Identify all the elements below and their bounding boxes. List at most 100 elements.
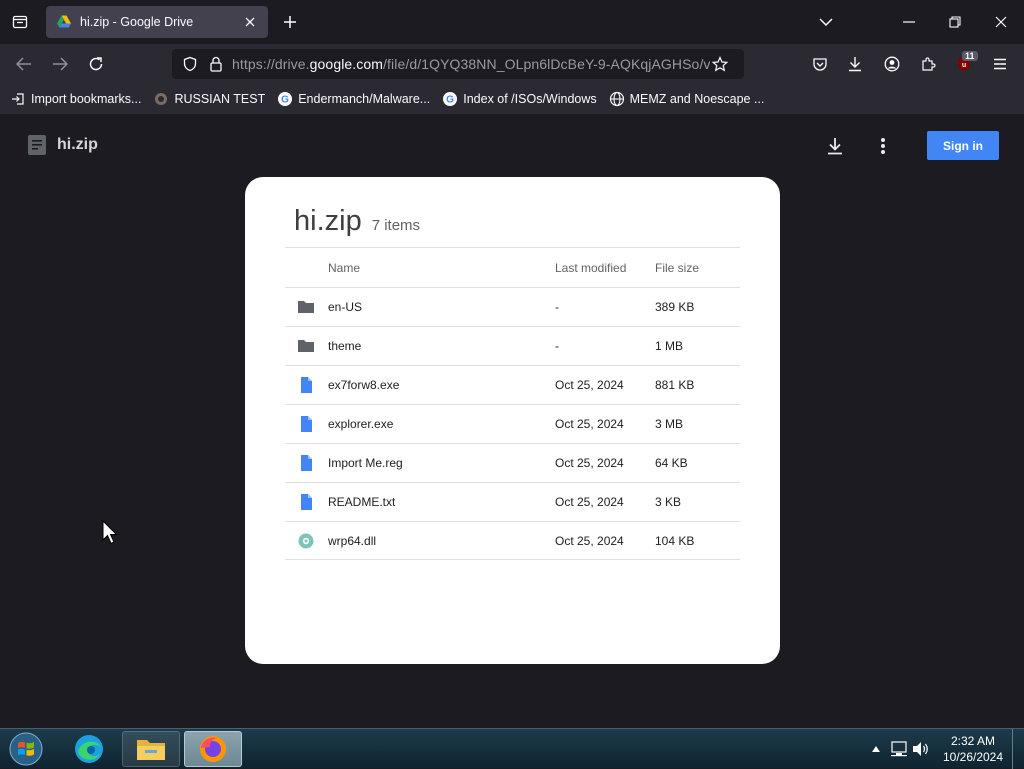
file-icon	[301, 494, 312, 510]
site-icon	[153, 91, 169, 107]
bookmarks-toolbar: Import bookmarks... RUSSIAN TEST G Ender…	[0, 84, 1024, 114]
tab-title: hi.zip - Google Drive	[80, 15, 194, 29]
google-drive-icon	[57, 15, 71, 28]
row-modified: Oct 25, 2024	[555, 533, 624, 548]
bookmark-label: RUSSIAN TEST	[174, 92, 266, 106]
table-row[interactable]: en-US - 389 KB	[285, 287, 740, 326]
archive-header: hi.zip 7 items	[294, 205, 420, 238]
file-icon	[301, 377, 312, 393]
column-modified-header: Last modified	[555, 260, 627, 275]
clock-date: 10/26/2024	[942, 750, 1004, 764]
download-icon[interactable]	[823, 134, 847, 158]
archive-title: hi.zip	[294, 205, 362, 237]
taskbar-firefox[interactable]	[184, 731, 242, 767]
row-size: 1 MB	[655, 339, 684, 353]
globe-icon	[609, 91, 625, 107]
reload-icon[interactable]	[84, 52, 108, 76]
edge-icon	[75, 735, 103, 763]
window-close-icon[interactable]	[987, 8, 1015, 36]
url-bar[interactable]: https://drive.google.com/file/d/1QYQ38NN…	[172, 49, 744, 79]
firefox-icon	[200, 736, 226, 762]
folder-icon	[298, 340, 314, 352]
bookmark-label: MEMZ and Noescape ...	[629, 92, 765, 106]
tab-close-icon[interactable]	[242, 14, 258, 30]
svg-text:G: G	[446, 95, 454, 106]
forward-icon[interactable]	[48, 52, 72, 76]
folder-icon	[298, 301, 314, 313]
system-clock[interactable]: 2:32 AM 10/26/2024	[940, 733, 1006, 765]
drive-viewer: hi.zip Sign in hi.zip 7 items Name Last …	[0, 114, 1024, 728]
table-row[interactable]: Import Me.reg Oct 25, 2024 64 KB	[285, 443, 740, 482]
file-icon	[301, 455, 312, 471]
dll-gear-icon	[298, 533, 314, 549]
tab-list-icon[interactable]	[8, 10, 32, 34]
extensions-icon[interactable]	[916, 52, 940, 76]
row-modified: Oct 25, 2024	[555, 378, 624, 392]
row-modified: Oct 25, 2024	[555, 495, 624, 509]
row-size: 3 MB	[655, 417, 684, 431]
archive-file-icon	[28, 135, 46, 155]
pocket-icon[interactable]	[808, 52, 832, 76]
start-button[interactable]	[6, 730, 46, 768]
row-modified: -	[555, 339, 559, 353]
row-name: wrp64.dll	[328, 533, 377, 548]
restore-icon[interactable]	[941, 8, 969, 36]
windows-taskbar: 2:32 AM 10/26/2024	[0, 728, 1024, 769]
bookmark-star-icon[interactable]	[710, 54, 730, 74]
network-icon[interactable]	[889, 739, 909, 759]
minimize-icon[interactable]	[895, 8, 923, 36]
bookmark-memz[interactable]: MEMZ and Noescape ...	[609, 91, 765, 107]
volume-icon[interactable]	[911, 739, 931, 759]
row-modified: -	[555, 300, 559, 314]
file-icon	[301, 416, 312, 432]
account-icon[interactable]	[880, 52, 904, 76]
list-all-tabs-icon[interactable]	[812, 8, 840, 36]
downloads-icon[interactable]	[843, 52, 867, 76]
table-row[interactable]: explorer.exe Oct 25, 2024 3 MB	[285, 404, 740, 443]
table-row[interactable]: ex7forw8.exe Oct 25, 2024 881 KB	[285, 365, 740, 404]
table-row[interactable]: theme - 1 MB	[285, 326, 740, 365]
extension-badge: 11	[962, 51, 978, 61]
table-header: Name Last modified File size	[285, 247, 740, 287]
back-icon[interactable]	[12, 52, 36, 76]
windows-logo-icon	[9, 732, 43, 766]
row-modified: Oct 25, 2024	[555, 456, 624, 470]
viewer-file-name: hi.zip	[57, 136, 98, 153]
bookmark-label: Endermanch/Malware...	[298, 92, 431, 106]
table-row[interactable]: wrp64.dll Oct 25, 2024 104 KB	[285, 521, 740, 560]
column-name-header: Name	[328, 260, 361, 275]
bookmark-endermanch[interactable]: G Endermanch/Malware...	[277, 91, 430, 107]
tracking-protection-shield-icon[interactable]	[180, 54, 200, 74]
row-name: ex7forw8.exe	[328, 378, 400, 392]
row-size: 3 KB	[655, 495, 682, 509]
row-name: README.txt	[328, 495, 396, 509]
tab-active[interactable]: hi.zip - Google Drive	[46, 6, 268, 38]
import-icon	[10, 91, 26, 107]
more-options-icon[interactable]	[871, 134, 895, 158]
new-tab-icon[interactable]	[279, 11, 301, 33]
show-desktop-button[interactable]	[1012, 729, 1024, 769]
viewer-file-title: hi.zip	[28, 135, 98, 155]
archive-table: Name Last modified File size en-US - 389…	[285, 247, 740, 560]
show-hidden-icons-icon[interactable]	[866, 739, 886, 759]
bookmark-index-isos[interactable]: G Index of /ISOs/Windows	[442, 91, 597, 107]
row-name: explorer.exe	[328, 417, 394, 431]
lock-icon[interactable]	[206, 54, 226, 74]
sign-in-button[interactable]: Sign in	[927, 131, 999, 160]
bookmark-import[interactable]: Import bookmarks...	[10, 91, 141, 107]
bookmark-label: Import bookmarks...	[31, 92, 142, 106]
navigation-toolbar: https://drive.google.com/file/d/1QYQ38NN…	[0, 44, 1024, 84]
row-size: 881 KB	[655, 378, 695, 392]
url-text[interactable]: https://drive.google.com/file/d/1QYQ38NN…	[232, 56, 710, 72]
taskbar-edge[interactable]	[60, 731, 118, 767]
table-row[interactable]: README.txt Oct 25, 2024 3 KB	[285, 482, 740, 521]
menu-hamburger-icon[interactable]	[988, 52, 1012, 76]
row-size: 64 KB	[655, 456, 688, 470]
clock-time: 2:32 AM	[950, 734, 996, 748]
column-size-header: File size	[655, 260, 700, 275]
taskbar-file-explorer[interactable]	[122, 731, 180, 767]
bookmark-russian-test[interactable]: RUSSIAN TEST	[153, 91, 265, 107]
row-name: theme	[328, 339, 362, 353]
mouse-cursor-icon	[102, 520, 118, 545]
google-icon: G	[442, 91, 458, 107]
